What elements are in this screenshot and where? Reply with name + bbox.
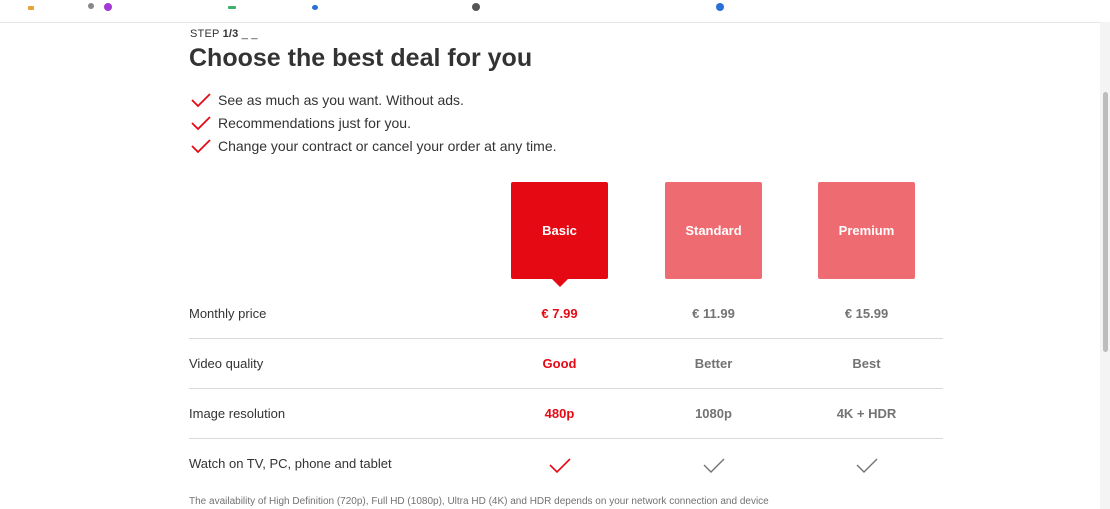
- cell-standard-devices: [665, 439, 762, 488]
- cell-basic-price: € 7.99: [541, 306, 578, 321]
- cell-standard-quality: Better: [694, 356, 733, 371]
- feature-item: See as much as you want. Without ads.: [190, 88, 557, 111]
- feature-item: Recommendations just for you.: [190, 111, 557, 134]
- cell-premium-price: € 15.99: [844, 306, 889, 321]
- bookmark-icon[interactable]: [104, 3, 112, 11]
- page-title: Choose the best deal for you: [189, 44, 533, 72]
- comparison-row-video-quality: Video quality Good Better Best: [189, 339, 943, 389]
- cell-basic-quality: Good: [542, 356, 577, 371]
- check-icon: [191, 138, 211, 153]
- step-current: 1/3: [222, 28, 239, 40]
- comparison-row-devices: Watch on TV, PC, phone and tablet: [189, 439, 943, 488]
- page-scrollbar[interactable]: [1100, 22, 1110, 509]
- plan-basic-button[interactable]: Basic: [511, 182, 608, 287]
- bookmark-icon[interactable]: [472, 3, 480, 11]
- cell-standard-resolution: 1080p: [695, 406, 732, 421]
- bookmark-icon[interactable]: [312, 5, 318, 10]
- plan-selection-page: STEP 1/3 _ _ Choose the best deal for yo…: [0, 0, 1110, 509]
- bookmark-icon[interactable]: [228, 6, 236, 9]
- row-label: Monthly price: [189, 306, 267, 321]
- cell-premium-devices: [818, 439, 915, 488]
- row-label: Video quality: [189, 356, 264, 371]
- check-icon: [703, 458, 724, 473]
- cell-basic-devices: [511, 439, 608, 488]
- feature-item: Change your contract or cancel your orde…: [190, 134, 557, 157]
- scrollbar-thumb[interactable]: [1103, 92, 1108, 352]
- row-label: Watch on TV, PC, phone and tablet: [189, 456, 392, 471]
- step-indicator: STEP 1/3 _ _: [190, 28, 258, 40]
- check-icon: [191, 92, 211, 107]
- cell-basic-resolution: 480p: [544, 406, 575, 421]
- comparison-row-image-resolution: Image resolution 480p 1080p 4K + HDR: [189, 389, 943, 439]
- plan-premium-button[interactable]: Premium: [818, 182, 915, 279]
- bookmark-icon[interactable]: [88, 3, 94, 9]
- cell-premium-resolution: 4K + HDR: [836, 406, 897, 421]
- cell-premium-quality: Best: [852, 356, 881, 371]
- cell-standard-price: € 11.99: [692, 306, 735, 321]
- check-icon: [191, 115, 211, 130]
- row-label: Image resolution: [189, 406, 286, 421]
- check-icon: [856, 458, 877, 473]
- bookmark-icon[interactable]: [28, 6, 34, 10]
- availability-footnote: The availability of High Definition (720…: [189, 496, 769, 507]
- bookmark-icon[interactable]: [716, 3, 724, 11]
- plan-standard-button[interactable]: Standard: [665, 182, 762, 279]
- comparison-row-monthly-price: Monthly price € 7.99 € 11.99 € 15.99: [189, 289, 943, 339]
- browser-bookmark-bar: [0, 0, 1110, 23]
- feature-list: See as much as you want. Without ads. Re…: [190, 88, 557, 157]
- check-icon: [548, 457, 571, 473]
